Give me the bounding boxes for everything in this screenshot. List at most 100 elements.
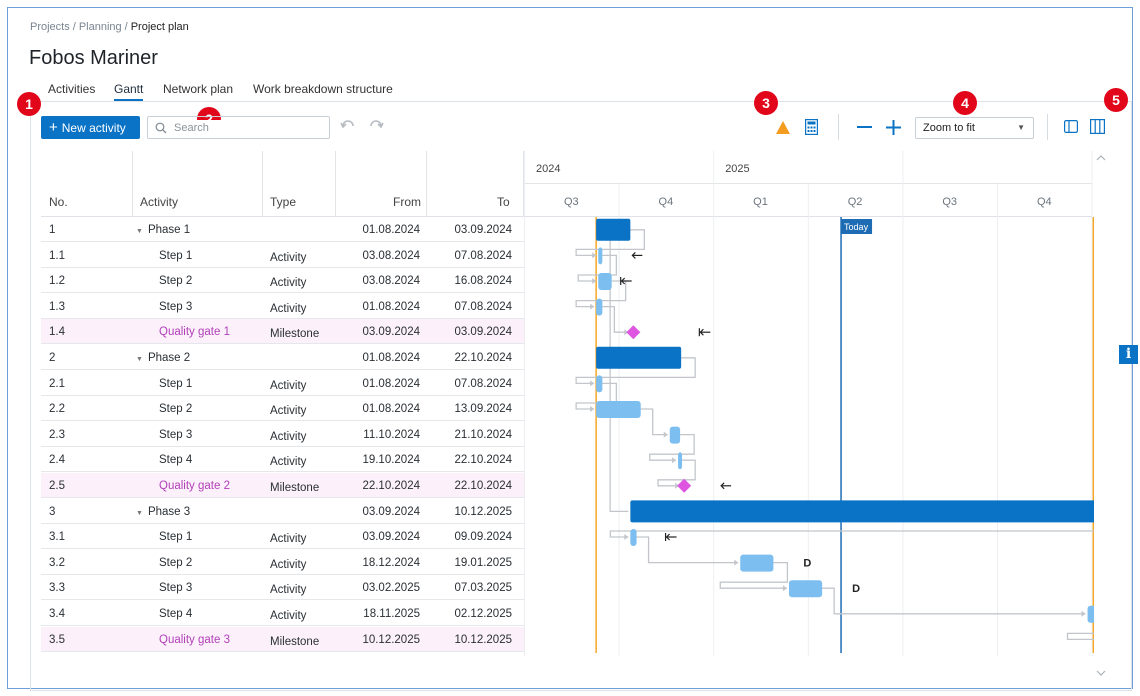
- columns-icon[interactable]: [1090, 119, 1105, 134]
- redo-icon[interactable]: [368, 120, 384, 134]
- collapse-caret-icon[interactable]: ▼: [136, 356, 143, 363]
- gantt-activity-bar[interactable]: [669, 426, 681, 444]
- cell-no: 1.1: [49, 249, 65, 262]
- tab-gantt[interactable]: Gantt: [114, 82, 144, 101]
- gantt-activity-bar[interactable]: [596, 298, 603, 316]
- undo-icon[interactable]: [340, 120, 356, 134]
- table-row[interactable]: 2.1 Step 1 Activity 01.08.2024 07.08.2024: [41, 371, 524, 396]
- scroll-down-icon[interactable]: [1096, 670, 1106, 676]
- gantt-phase-bar[interactable]: [596, 218, 631, 241]
- tab-work-breakdown-structure[interactable]: Work breakdown structure: [253, 82, 393, 96]
- breadcrumb: Projects / Planning / Project plan: [30, 21, 189, 33]
- table-row[interactable]: 3.4 Step 4 Activity 18.11.2025 02.12.2025: [41, 601, 524, 626]
- cell-type: Activity: [270, 456, 307, 469]
- gantt-activity-bar[interactable]: [598, 273, 612, 290]
- new-activity-button[interactable]: + New activity: [41, 116, 140, 139]
- table-row[interactable]: 1 ▼ Phase 1 01.08.2024 03.09.2024: [41, 217, 524, 242]
- cell-activity: Step 2: [159, 403, 193, 416]
- table-row[interactable]: 1.1 Step 1 Activity 03.08.2024 07.08.2024: [41, 243, 524, 268]
- gantt-quarter-label: Q4: [659, 196, 674, 208]
- gantt-deadline-marker: D: [803, 558, 811, 570]
- tab-activities[interactable]: Activities: [48, 82, 95, 96]
- info-button[interactable]: i: [1119, 345, 1138, 364]
- activity-name: Phase 2: [147, 352, 191, 364]
- cell-no: 3.2: [49, 556, 65, 569]
- gantt-deadline-marker: D: [852, 583, 860, 595]
- breadcrumb-planning[interactable]: Planning: [79, 21, 122, 33]
- gantt-activity-bar[interactable]: [1087, 605, 1094, 623]
- plus-icon: +: [49, 119, 58, 136]
- table-row[interactable]: 3.1 Step 1 Activity 03.09.2024 09.09.2024: [41, 524, 524, 550]
- gantt-chart: 2024 2025 Q3 Q4 Q1 Q2 Q3 Q4 Today D D: [524, 151, 1094, 656]
- cell-from: 18.11.2025: [363, 608, 420, 620]
- zoom-select[interactable]: Zoom to fit ▼: [915, 117, 1034, 139]
- table-row[interactable]: 2 ▼ Phase 2 01.08.2024 22.10.2024: [41, 345, 524, 370]
- gantt-activity-bar[interactable]: [598, 247, 603, 265]
- search-input[interactable]: [172, 120, 322, 135]
- callout-badge-5: 5: [1104, 88, 1128, 112]
- activity-name: Phase 3: [147, 505, 191, 518]
- table-row[interactable]: 2.5 Quality gate 2 Milestone 22.10.2024 22.1…: [41, 473, 524, 498]
- warning-icon[interactable]: [776, 121, 790, 134]
- cell-no: 3.5: [49, 633, 65, 646]
- cell-to: 07.08.2024: [454, 377, 512, 390]
- table-row[interactable]: 3.5 Quality gate 3 Milestone 10.12.2025 10.1…: [41, 626, 524, 652]
- callout-badge-4: 4: [953, 91, 977, 115]
- cell-type: Activity: [270, 584, 307, 597]
- table-row[interactable]: 1.4 Quality gate 1 Milestone 03.09.2024 03.0…: [41, 319, 524, 345]
- table-row[interactable]: 2.4 Step 4 Activity 19.10.2024 22.10.2024: [41, 447, 524, 473]
- zoom-in-icon[interactable]: [886, 120, 901, 135]
- table-row[interactable]: 2.3 Step 3 Activity 11.10.2024 21.10.2024: [41, 422, 524, 447]
- cell-from: 01.08.2024: [362, 377, 420, 390]
- table-row[interactable]: 1.3 Step 3 Activity 01.08.2024 07.08.2024: [41, 294, 524, 319]
- panel-toggle-icon[interactable]: [1064, 120, 1078, 133]
- gantt-year-label: 2024: [536, 163, 560, 175]
- toolbar-divider: [838, 114, 839, 140]
- table-row[interactable]: 3.3 Step 3 Activity 03.02.2025 07.03.2025: [41, 575, 524, 601]
- cell-to: 10.12.2025: [454, 505, 512, 518]
- breadcrumb-projects[interactable]: Projects: [30, 21, 70, 33]
- table-row[interactable]: 3 ▼ Phase 3 03.09.2024 10.12.2025: [41, 499, 524, 524]
- activity-name: Phase 1: [147, 224, 191, 236]
- cell-activity: Quality gate 2: [159, 480, 230, 492]
- cell-type: Activity: [270, 610, 307, 622]
- gantt-quarter-label: Q1: [753, 196, 768, 208]
- gantt-phase-bar[interactable]: [630, 500, 1094, 523]
- cell-from: 19.10.2024: [362, 454, 420, 467]
- cell-no: 3.4: [49, 608, 65, 620]
- scroll-up-icon[interactable]: [1096, 155, 1106, 161]
- cell-from: 01.08.2024: [362, 352, 420, 364]
- cell-to: 22.10.2024: [454, 454, 512, 467]
- cell-type: Activity: [270, 405, 307, 418]
- cell-type: Milestone: [270, 635, 320, 648]
- toolbar-divider: [1047, 114, 1048, 140]
- gantt-activity-bar[interactable]: [788, 580, 823, 598]
- table-row[interactable]: 1.2 Step 2 Activity 03.08.2024 16.08.2024: [41, 268, 524, 294]
- cell-activity: Step 3: [159, 428, 193, 441]
- calculator-icon[interactable]: [805, 119, 818, 135]
- collapse-caret-icon[interactable]: ▼: [136, 510, 143, 517]
- tab-network-plan[interactable]: Network plan: [163, 82, 233, 96]
- gantt-year-label: 2025: [725, 163, 749, 175]
- gantt-phase-bar[interactable]: [596, 346, 682, 369]
- gantt-activity-bar[interactable]: [630, 529, 637, 546]
- gantt-activity-bar[interactable]: [740, 554, 774, 572]
- cell-type: Activity: [270, 251, 307, 264]
- gantt-activity-bar[interactable]: [596, 375, 603, 393]
- cell-from: 03.09.2024: [362, 326, 420, 339]
- cell-type: Activity: [270, 533, 307, 546]
- table-row[interactable]: 2.2 Step 2 Activity 01.08.2024 13.09.2024: [41, 396, 524, 422]
- cell-no: 2.3: [49, 428, 65, 441]
- cell-activity: Step 1: [159, 377, 193, 390]
- cell-to: 03.09.2024: [454, 224, 512, 236]
- cell-type: Activity: [270, 430, 307, 443]
- zoom-out-icon[interactable]: [857, 126, 872, 129]
- gantt-activity-bar[interactable]: [678, 452, 683, 470]
- cell-type: Milestone: [270, 328, 320, 341]
- collapse-caret-icon[interactable]: ▼: [136, 228, 143, 235]
- table-row[interactable]: 3.2 Step 2 Activity 18.12.2024 19.01.2025: [41, 550, 524, 575]
- gantt-activity-bar[interactable]: [596, 401, 641, 418]
- cell-type: Activity: [270, 302, 307, 315]
- cell-no: 2.5: [49, 480, 65, 492]
- cell-from: 10.12.2025: [362, 633, 420, 646]
